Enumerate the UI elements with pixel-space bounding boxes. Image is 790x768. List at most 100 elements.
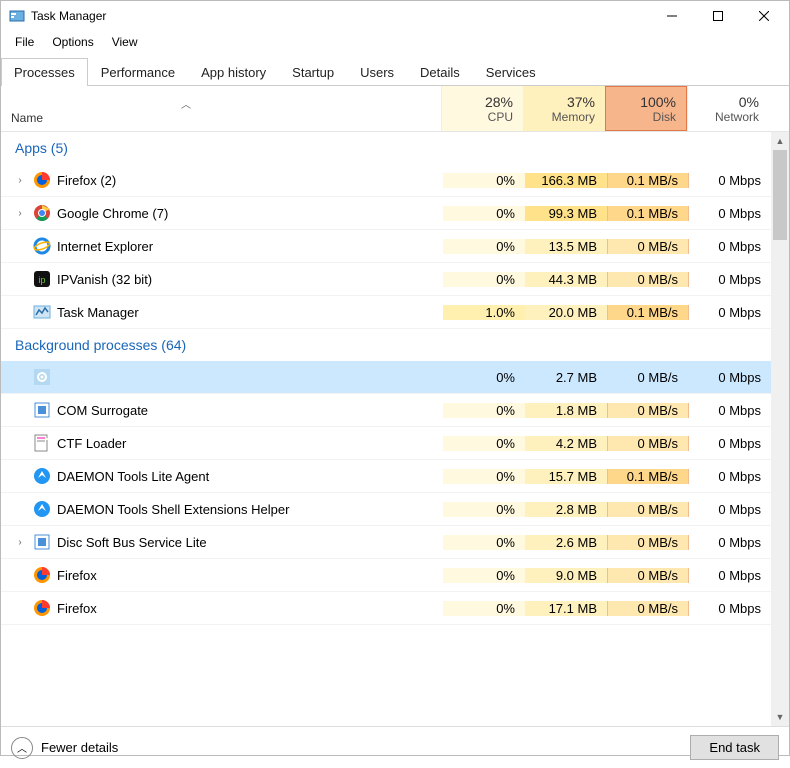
- process-row[interactable]: 0% 2.7 MB 0 MB/s 0 Mbps: [1, 361, 771, 394]
- process-row[interactable]: DAEMON Tools Shell Extensions Helper 0% …: [1, 493, 771, 526]
- process-row[interactable]: Internet Explorer 0% 13.5 MB 0 MB/s 0 Mb…: [1, 230, 771, 263]
- menu-view[interactable]: View: [104, 33, 146, 51]
- net-cell: 0 Mbps: [689, 601, 771, 616]
- close-button[interactable]: [741, 1, 787, 31]
- process-row[interactable]: Firefox 0% 17.1 MB 0 MB/s 0 Mbps: [1, 592, 771, 625]
- end-task-button[interactable]: End task: [690, 735, 779, 760]
- tab-users[interactable]: Users: [347, 58, 407, 86]
- tab-details[interactable]: Details: [407, 58, 473, 86]
- net-cell: 0 Mbps: [689, 272, 771, 287]
- menu-file[interactable]: File: [7, 33, 42, 51]
- col-name-label: Name: [11, 111, 43, 125]
- mem-cell: 17.1 MB: [525, 601, 607, 616]
- col-name[interactable]: ︿ Name: [1, 86, 441, 131]
- tab-processes[interactable]: Processes: [1, 58, 88, 86]
- disk-cell: 0.1 MB/s: [607, 305, 689, 320]
- disk-pct: 100%: [640, 94, 676, 110]
- group-background[interactable]: Background processes (64): [1, 329, 771, 361]
- process-row[interactable]: › Firefox (2) 0% 166.3 MB 0.1 MB/s 0 Mbp…: [1, 164, 771, 197]
- mem-cell: 44.3 MB: [525, 272, 607, 287]
- expand-icon[interactable]: ›: [13, 537, 27, 548]
- expand-icon[interactable]: ›: [13, 208, 27, 219]
- mem-cell: 13.5 MB: [525, 239, 607, 254]
- disk-cell: 0.1 MB/s: [607, 469, 689, 484]
- disk-cell: 0 MB/s: [607, 436, 689, 451]
- firefox-icon: [33, 566, 51, 584]
- tabs: Processes Performance App history Startu…: [1, 57, 789, 86]
- fewer-details-button[interactable]: ︿ Fewer details: [11, 737, 118, 759]
- group-apps[interactable]: Apps (5): [1, 132, 771, 164]
- scroll-up-icon[interactable]: ▲: [771, 132, 789, 150]
- cpu-cell: 0%: [443, 535, 525, 550]
- menu-options[interactable]: Options: [44, 33, 101, 51]
- vertical-scrollbar[interactable]: ▲ ▼: [771, 132, 789, 726]
- process-row[interactable]: Task Manager 1.0% 20.0 MB 0.1 MB/s 0 Mbp…: [1, 296, 771, 329]
- process-name: Google Chrome (7): [57, 206, 168, 221]
- net-cell: 0 Mbps: [689, 436, 771, 451]
- disk-cell: 0.1 MB/s: [607, 206, 689, 221]
- process-row[interactable]: ip IPVanish (32 bit) 0% 44.3 MB 0 MB/s 0…: [1, 263, 771, 296]
- mem-cell: 20.0 MB: [525, 305, 607, 320]
- header-spacer: [769, 86, 789, 131]
- disk-cell: 0 MB/s: [607, 239, 689, 254]
- tab-performance[interactable]: Performance: [88, 58, 188, 86]
- sort-caret-icon: ︿: [181, 96, 191, 111]
- process-row[interactable]: Firefox 0% 9.0 MB 0 MB/s 0 Mbps: [1, 559, 771, 592]
- process-row[interactable]: COM Surrogate 0% 1.8 MB 0 MB/s 0 Mbps: [1, 394, 771, 427]
- mem-cell: 1.8 MB: [525, 403, 607, 418]
- process-row[interactable]: CTF Loader 0% 4.2 MB 0 MB/s 0 Mbps: [1, 427, 771, 460]
- mem-pct: 37%: [567, 94, 595, 110]
- ctf-icon: [33, 434, 51, 452]
- tab-app-history[interactable]: App history: [188, 58, 279, 86]
- firefox-icon: [33, 599, 51, 617]
- cpu-cell: 0%: [443, 403, 525, 418]
- net-cell: 0 Mbps: [689, 469, 771, 484]
- app-icon: [9, 8, 25, 24]
- col-network[interactable]: 0% Network: [687, 86, 769, 131]
- col-cpu[interactable]: 28% CPU: [441, 86, 523, 131]
- scroll-down-icon[interactable]: ▼: [771, 708, 789, 726]
- minimize-button[interactable]: [649, 1, 695, 31]
- mem-label: Memory: [552, 110, 595, 124]
- scroll-track[interactable]: [771, 150, 789, 708]
- process-row[interactable]: › Google Chrome (7) 0% 99.3 MB 0.1 MB/s …: [1, 197, 771, 230]
- cpu-cell: 0%: [443, 601, 525, 616]
- maximize-button[interactable]: [695, 1, 741, 31]
- net-cell: 0 Mbps: [689, 403, 771, 418]
- window-title: Task Manager: [31, 9, 649, 23]
- process-name: Firefox: [57, 601, 97, 616]
- tab-services[interactable]: Services: [473, 58, 549, 86]
- fewer-details-label: Fewer details: [41, 740, 118, 755]
- process-name: Firefox (2): [57, 173, 116, 188]
- disk-cell: 0 MB/s: [607, 535, 689, 550]
- process-name: DAEMON Tools Shell Extensions Helper: [57, 502, 289, 517]
- cpu-cell: 0%: [443, 239, 525, 254]
- mem-cell: 99.3 MB: [525, 206, 607, 221]
- net-label: Network: [715, 110, 759, 124]
- process-name: Firefox: [57, 568, 97, 583]
- mem-cell: 166.3 MB: [525, 173, 607, 188]
- daemon-icon: [33, 500, 51, 518]
- chevron-up-icon: ︿: [11, 737, 33, 759]
- cpu-pct: 28%: [485, 94, 513, 110]
- disk-cell: 0 MB/s: [607, 272, 689, 287]
- mem-cell: 4.2 MB: [525, 436, 607, 451]
- process-name: COM Surrogate: [57, 403, 148, 418]
- mem-cell: 2.6 MB: [525, 535, 607, 550]
- cpu-cell: 0%: [443, 469, 525, 484]
- cpu-cell: 0%: [443, 568, 525, 583]
- disk-cell: 0 MB/s: [607, 502, 689, 517]
- expand-icon[interactable]: ›: [13, 175, 27, 186]
- disk-cell: 0 MB/s: [607, 403, 689, 418]
- disk-cell: 0 MB/s: [607, 601, 689, 616]
- titlebar[interactable]: Task Manager: [1, 1, 789, 31]
- col-disk[interactable]: 100% Disk: [605, 86, 687, 131]
- scroll-thumb[interactable]: [773, 150, 787, 240]
- ipv-icon: ip: [33, 270, 51, 288]
- process-row[interactable]: › Disc Soft Bus Service Lite 0% 2.6 MB 0…: [1, 526, 771, 559]
- col-memory[interactable]: 37% Memory: [523, 86, 605, 131]
- net-cell: 0 Mbps: [689, 370, 771, 385]
- tab-startup[interactable]: Startup: [279, 58, 347, 86]
- cpu-cell: 0%: [443, 502, 525, 517]
- process-row[interactable]: DAEMON Tools Lite Agent 0% 15.7 MB 0.1 M…: [1, 460, 771, 493]
